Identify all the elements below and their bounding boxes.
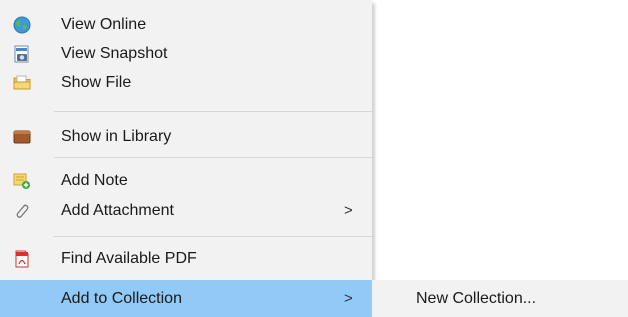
menu-item-view-online[interactable]: View Online <box>0 10 372 39</box>
note-add-icon <box>12 171 32 191</box>
submenu-arrow: > <box>344 202 353 219</box>
collection-submenu: New Collection... <box>372 280 628 317</box>
globe-icon <box>12 15 32 35</box>
context-menu: View Online View Snapshot Show File Show… <box>0 0 372 317</box>
folder-icon <box>12 73 32 93</box>
menu-item-label: Add to Collection <box>61 289 182 307</box>
menu-item-view-snapshot[interactable]: View Snapshot <box>0 39 372 68</box>
menu-item-find-available-pdf[interactable]: Find Available PDF <box>0 241 372 276</box>
menu-item-label: Find Available PDF <box>61 249 197 267</box>
library-icon <box>12 127 32 147</box>
pdf-icon <box>12 249 32 269</box>
menu-item-show-in-library[interactable]: Show in Library <box>0 120 372 153</box>
menu-item-label: View Online <box>61 15 147 33</box>
menu-item-add-to-collection[interactable]: Add to Collection > <box>0 280 372 317</box>
submenu-arrow: > <box>344 290 353 307</box>
submenu-item-new-collection[interactable]: New Collection... <box>372 280 628 317</box>
menu-separator <box>54 157 372 158</box>
submenu-item-label: New Collection... <box>416 289 537 307</box>
snapshot-icon <box>12 44 32 64</box>
menu-separator <box>54 111 372 112</box>
menu-item-label: Show in Library <box>61 127 172 145</box>
menu-item-label: Show File <box>61 73 132 91</box>
menu-item-label: Add Attachment <box>61 201 174 219</box>
menu-separator <box>54 236 372 237</box>
menu-item-add-attachment[interactable]: Add Attachment > <box>0 195 372 226</box>
paperclip-icon <box>12 201 32 221</box>
menu-item-label: Add Note <box>61 171 128 189</box>
menu-item-label: View Snapshot <box>61 44 168 62</box>
menu-item-show-file[interactable]: Show File <box>0 68 372 97</box>
menu-item-add-note[interactable]: Add Note <box>0 166 372 195</box>
